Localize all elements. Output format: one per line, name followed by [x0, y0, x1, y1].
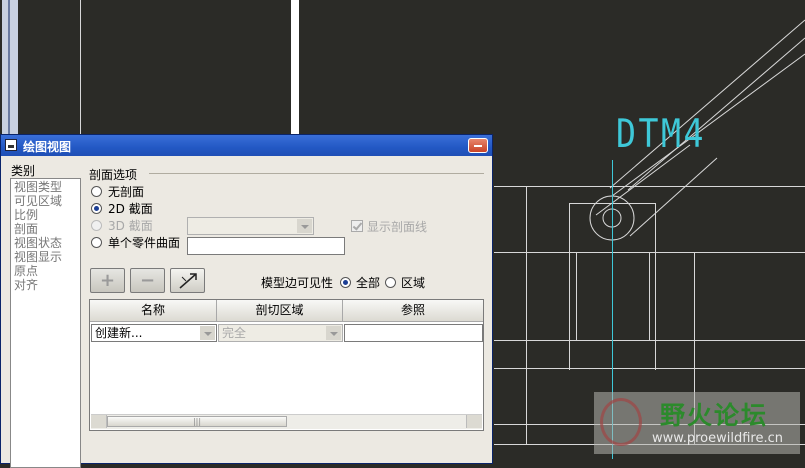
plus-icon: + — [99, 270, 116, 291]
radio-2d-section[interactable] — [91, 203, 102, 214]
flip-arrow-icon — [179, 273, 197, 289]
column-header-region[interactable]: 剖切区域 — [217, 300, 343, 322]
category-item[interactable]: 视图类型 — [14, 180, 77, 194]
show-section-line-checkbox[interactable] — [351, 220, 363, 232]
scroll-left-icon[interactable] — [91, 415, 107, 428]
category-label: 类别 — [11, 164, 36, 178]
drawing-view-dialog: 绘图视图 类别 视图类型 可见区域 比例 剖面 视图状态 视图显示 原点 对齐 … — [0, 134, 493, 468]
table-horizontal-scrollbar[interactable]: ||| — [91, 414, 482, 429]
scroll-thumb[interactable]: ||| — [107, 416, 287, 427]
radio-2d-section-label: 2D 截面 — [108, 202, 153, 216]
section-table: 名称 剖切区域 参照 创建新... 完全 ||| — [89, 299, 484, 431]
group-divider — [149, 173, 484, 174]
butterfly-logo-icon — [600, 398, 642, 446]
chevron-down-icon — [200, 326, 215, 340]
close-icon[interactable] — [468, 138, 488, 153]
table-row-region: 完全 — [222, 326, 247, 340]
radio-no-section-label: 无剖面 — [108, 185, 145, 199]
category-item[interactable]: 原点 — [14, 264, 77, 278]
3d-section-select[interactable] — [187, 217, 314, 235]
radio-edge-all[interactable] — [340, 277, 351, 288]
watermark-title: 野火论坛 — [660, 401, 769, 430]
watermark-url: www.proewildfire.cn — [652, 431, 783, 446]
radio-3d-section-label: 3D 截面 — [108, 219, 153, 233]
drawing-view-icon — [5, 139, 17, 151]
category-item[interactable]: 比例 — [14, 208, 77, 222]
table-row-region-select[interactable]: 完全 — [218, 324, 343, 342]
chevron-down-icon — [326, 326, 341, 340]
single-part-surface-input[interactable] — [187, 237, 345, 255]
table-row-name: 创建新... — [95, 326, 143, 340]
column-header-reference[interactable]: 参照 — [343, 300, 483, 322]
radio-no-section[interactable] — [91, 186, 102, 197]
show-section-line-label: 显示剖面线 — [367, 220, 428, 234]
add-section-button[interactable]: + — [90, 268, 125, 293]
section-options-title: 剖面选项 — [89, 168, 138, 182]
category-item[interactable]: 视图状态 — [14, 236, 77, 250]
datum-label-dtm4: DTM4 — [616, 112, 707, 157]
radio-edge-area[interactable] — [385, 277, 396, 288]
edge-visibility-label: 模型边可见性 — [261, 276, 334, 290]
category-item[interactable]: 对齐 — [14, 278, 77, 292]
category-item[interactable]: 视图显示 — [14, 250, 77, 264]
table-row-name-select[interactable]: 创建新... — [91, 324, 217, 342]
dialog-title: 绘图视图 — [23, 140, 72, 154]
category-list: 视图类型 可见区域 比例 剖面 视图状态 视图显示 原点 对齐 — [10, 178, 81, 468]
minus-icon: − — [139, 270, 156, 291]
category-item[interactable]: 剖面 — [14, 222, 77, 236]
radio-single-part-surface-label: 单个零件曲面 — [108, 236, 181, 250]
radio-single-part-surface[interactable] — [91, 237, 102, 248]
scroll-right-icon[interactable] — [466, 415, 482, 428]
dialog-titlebar[interactable]: 绘图视图 — [1, 135, 492, 156]
radio-3d-section[interactable] — [91, 220, 102, 231]
category-item[interactable]: 可见区域 — [14, 194, 77, 208]
flip-section-button[interactable] — [170, 268, 205, 293]
radio-edge-all-label: 全部 — [356, 276, 381, 290]
chevron-down-icon — [297, 219, 312, 233]
forum-watermark: 野火论坛 www.proewildfire.cn — [594, 392, 800, 454]
remove-section-button[interactable]: − — [130, 268, 165, 293]
column-header-name[interactable]: 名称 — [90, 300, 217, 322]
radio-edge-area-label: 区域 — [401, 276, 426, 290]
table-row-reference[interactable] — [344, 324, 483, 342]
